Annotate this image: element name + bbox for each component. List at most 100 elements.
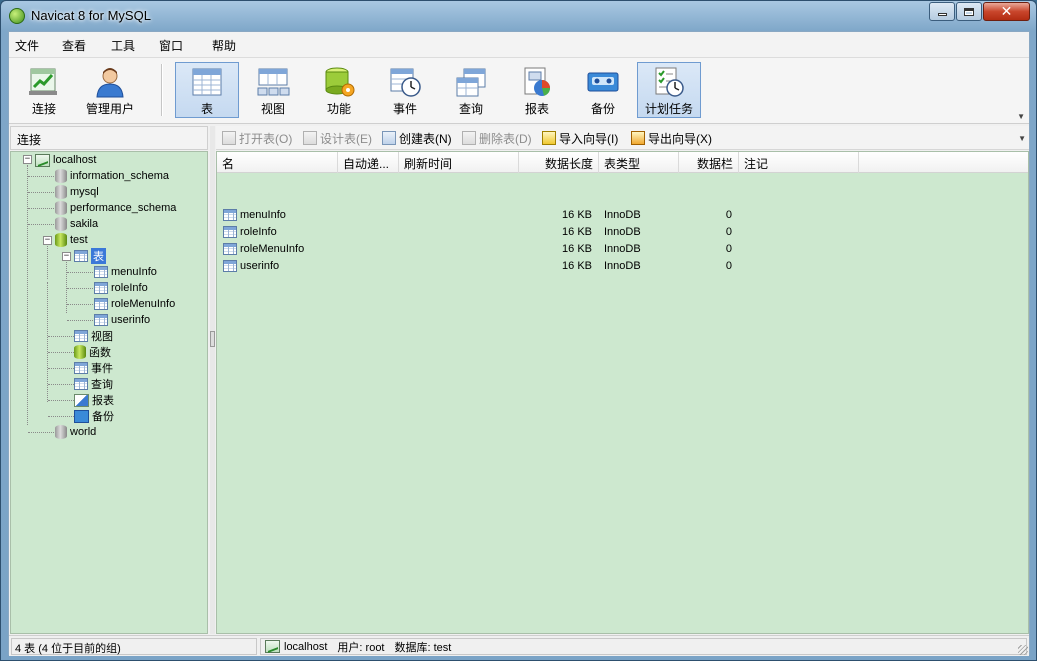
create-table-button[interactable]: 创建表(N): [382, 130, 452, 146]
connection-panel-header: 连接: [10, 126, 208, 150]
menu-help[interactable]: 帮助: [212, 37, 236, 54]
tree-db-mysql[interactable]: mysql: [55, 184, 99, 200]
menu-file[interactable]: 文件: [15, 37, 39, 54]
table-row[interactable]: userinfo 16 KB InnoDB 0: [217, 257, 1028, 274]
tree-db-information-schema[interactable]: information_schema: [55, 168, 169, 184]
table-icon: [94, 314, 108, 326]
tree-db-world[interactable]: world: [55, 424, 96, 440]
tree-reports-node[interactable]: 报表: [74, 392, 114, 408]
toolbar-event-button[interactable]: 事件: [373, 62, 437, 118]
tree-label: roleInfo: [111, 282, 148, 294]
status-user: 用户: root: [337, 641, 385, 654]
connection-tree[interactable]: − localhost information_schema mysql per…: [10, 151, 208, 634]
tree-table-rolemenuinfo[interactable]: roleMenuInfo: [94, 296, 175, 312]
table-row[interactable]: menuInfo 16 KB InnoDB 0: [217, 206, 1028, 223]
table-name-cell: userinfo: [223, 258, 279, 273]
tree-connection-localhost[interactable]: localhost: [35, 152, 96, 168]
resize-grip-icon[interactable]: [1018, 645, 1028, 655]
toolbar-report-button[interactable]: 报表: [505, 62, 569, 118]
design-table-button[interactable]: 设计表(E): [303, 130, 372, 146]
close-icon: ✕: [1000, 3, 1013, 20]
tree-views-node[interactable]: 视图: [74, 328, 113, 344]
localhost-collapse-toggle[interactable]: −: [23, 155, 32, 164]
column-header-comment[interactable]: 注记: [739, 152, 859, 173]
import-wizard-button[interactable]: 导入向导(I): [542, 130, 618, 146]
import-wizard-label: 导入向导(I): [559, 131, 619, 146]
toolbar-connect-button[interactable]: 连接: [12, 62, 76, 118]
tree-table-roleinfo[interactable]: roleInfo: [94, 280, 148, 296]
tree-functions-node[interactable]: 函数: [74, 344, 111, 360]
splitter-grip-icon[interactable]: [210, 331, 215, 347]
table-name: roleInfo: [240, 225, 277, 238]
maximize-icon: [964, 7, 974, 16]
tree-backups-node[interactable]: 备份: [74, 408, 114, 424]
column-header-engine[interactable]: 表类型: [599, 152, 679, 173]
tree-label: userinfo: [111, 314, 151, 326]
grid-header: 名 自动递... 刷新时间 数据长度 表类型 数据栏 注记: [217, 152, 1028, 173]
design-table-icon: [303, 131, 317, 145]
toolbar-function-button[interactable]: 功能: [307, 62, 371, 118]
toolbar-connect-label: 连接: [31, 102, 56, 116]
test-collapse-toggle[interactable]: −: [43, 236, 52, 245]
minimize-button[interactable]: [929, 2, 955, 21]
tree-db-performance-schema[interactable]: performance_schema: [55, 200, 176, 216]
tree-label: performance_schema: [70, 202, 177, 214]
tree-db-test[interactable]: test: [55, 232, 88, 248]
subtoolbar-overflow-icon[interactable]: ▼: [1018, 134, 1026, 143]
menu-view[interactable]: 查看: [62, 37, 86, 54]
export-icon: [631, 131, 645, 145]
toolbar-schedule-button[interactable]: 计划任务: [637, 62, 701, 118]
connect-icon: [27, 66, 61, 98]
tree-tables-node[interactable]: 表: [74, 248, 106, 264]
toolbar-query-button[interactable]: 查询: [439, 62, 503, 118]
tables-collapse-toggle[interactable]: −: [62, 252, 71, 261]
tree-label: test: [70, 234, 88, 246]
table-name-cell: roleMenuInfo: [223, 241, 304, 256]
toolbar-backup-label: 备份: [590, 102, 615, 116]
tree-table-userinfo[interactable]: userinfo: [94, 312, 150, 328]
table-icon: [94, 266, 108, 278]
column-header-auto-increment[interactable]: 自动递...: [338, 152, 399, 173]
toolbar-event-label: 事件: [392, 102, 417, 116]
tree-events-node[interactable]: 事件: [74, 360, 113, 376]
open-table-button[interactable]: 打开表(O): [222, 130, 292, 146]
column-header-refresh-time[interactable]: 刷新时间: [399, 152, 519, 173]
menu-tools[interactable]: 工具: [111, 37, 135, 54]
column-header-name[interactable]: 名: [217, 152, 338, 173]
toolbar-users-button[interactable]: 管理用户: [78, 62, 142, 118]
database-icon: [55, 425, 67, 439]
close-button[interactable]: ✕: [983, 2, 1030, 21]
toolbar-table-button[interactable]: 表: [175, 62, 239, 118]
toolbar-view-button[interactable]: 视图: [241, 62, 305, 118]
query-icon: [74, 378, 88, 390]
connection-icon: [265, 640, 280, 653]
status-connection-info: localhost 用户: root 数据库: test: [260, 638, 1027, 655]
table-list-grid[interactable]: 名 自动递... 刷新时间 数据长度 表类型 数据栏 注记 menuInfo 1…: [216, 151, 1029, 634]
toolbar-backup-button[interactable]: 备份: [571, 62, 635, 118]
tree-queries-node[interactable]: 查询: [74, 376, 113, 392]
connection-panel-title: 连接: [17, 133, 42, 147]
tree-label: 事件: [91, 363, 113, 375]
column-header-rows[interactable]: 数据栏: [679, 152, 739, 173]
table-row[interactable]: roleInfo 16 KB InnoDB 0: [217, 223, 1028, 240]
import-icon: [542, 131, 556, 145]
design-table-label: 设计表(E): [320, 131, 372, 146]
tree-line: [67, 304, 93, 305]
delete-table-button[interactable]: 删除表(D): [462, 130, 532, 146]
title-bar[interactable]: Navicat 8 for MySQL ✕: [1, 1, 1036, 31]
tree-db-sakila[interactable]: sakila: [55, 216, 98, 232]
column-header-data-length[interactable]: 数据长度: [519, 152, 599, 173]
panel-splitter[interactable]: [210, 126, 215, 634]
engine-cell: InnoDB: [604, 242, 641, 255]
tree-line: [27, 165, 28, 425]
menu-window[interactable]: 窗口: [159, 37, 183, 54]
table-icon: [94, 282, 108, 294]
tree-label: localhost: [53, 154, 97, 166]
export-wizard-button[interactable]: 导出向导(X): [631, 130, 712, 146]
data-length-cell: 16 KB: [562, 208, 592, 221]
maximize-button[interactable]: [956, 2, 982, 21]
toolbar-overflow-icon[interactable]: ▼: [1017, 112, 1025, 121]
tree-line: [28, 208, 54, 209]
tree-table-menuinfo[interactable]: menuInfo: [94, 264, 157, 280]
table-row[interactable]: roleMenuInfo 16 KB InnoDB 0: [217, 240, 1028, 257]
